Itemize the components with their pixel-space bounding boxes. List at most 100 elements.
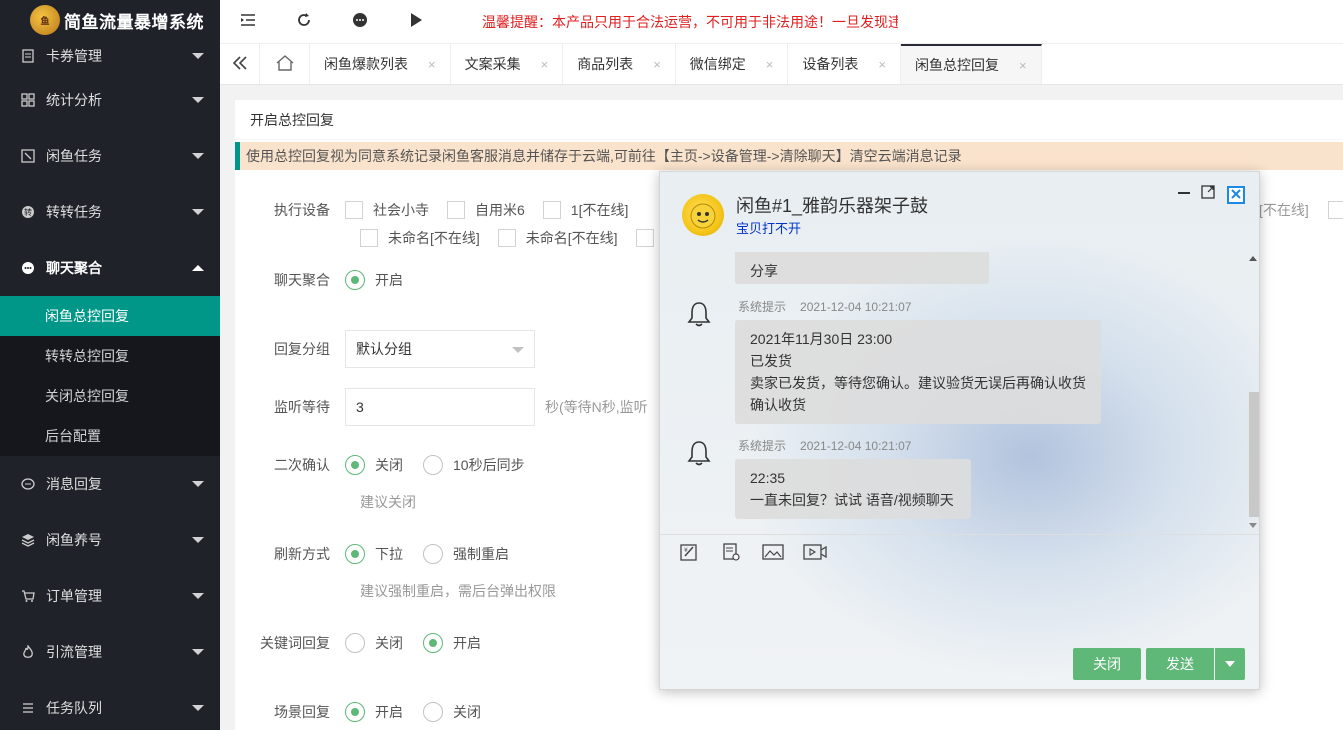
device-checkbox[interactable]: 未命名[不在线] xyxy=(497,228,618,248)
send-options-button[interactable] xyxy=(1215,648,1245,680)
close-button[interactable]: 关闭 xyxy=(1073,648,1141,680)
sidebar-item-stats[interactable]: 统计分析 xyxy=(0,72,220,128)
quick-reply-button[interactable]: ¥ xyxy=(678,542,700,564)
video-button[interactable] xyxy=(803,542,827,564)
scroll-up-icon[interactable] xyxy=(1249,256,1257,261)
sidebar-item-xianyu-tasks[interactable]: 闲鱼任务 xyxy=(0,128,220,184)
image-button[interactable] xyxy=(762,542,784,564)
radio-dot[interactable] xyxy=(423,702,443,722)
sidebar-item-traffic[interactable]: 引流管理 xyxy=(0,624,220,680)
tab-scroll-left-button[interactable] xyxy=(220,44,260,84)
close-icon[interactable]: × xyxy=(428,57,436,72)
checkbox[interactable] xyxy=(345,201,363,219)
message-line: 一直未回复？试试 语音/视频聊天 xyxy=(750,492,954,508)
sidebar-item-account-nurture[interactable]: 闲鱼养号 xyxy=(0,512,220,568)
keyword-on-radio[interactable]: 开启 xyxy=(423,633,481,653)
device-name: 自用米6 xyxy=(475,202,525,218)
message-bubble: 分享 xyxy=(735,252,989,284)
radio-label: 下拉 xyxy=(375,546,403,562)
checkbox[interactable] xyxy=(360,229,378,247)
play-button[interactable] xyxy=(388,0,444,44)
scroll-thumb[interactable] xyxy=(1249,392,1259,517)
message-list: 分享 系统提示 2021-12-04 10:21:07 2021年11月30日 2… xyxy=(660,252,1248,532)
scene-on-radio[interactable]: 开启 xyxy=(345,702,403,722)
refresh-pulldown-radio[interactable]: 下拉 xyxy=(345,544,403,564)
sidebar-item-coupons[interactable]: 卡券管理 xyxy=(0,40,220,72)
sidebar-item-zhuanzhuan-tasks[interactable]: 转 转转任务 xyxy=(0,184,220,240)
checkbox[interactable] xyxy=(542,201,561,219)
minimize-button[interactable] xyxy=(1175,184,1193,202)
tab-device-list[interactable]: 设备列表 × xyxy=(788,44,901,84)
radio-dot[interactable] xyxy=(345,270,365,290)
reply-group-label: 回复分组 xyxy=(274,341,330,357)
radio-dot[interactable] xyxy=(345,633,365,653)
chat-header[interactable]: 闲鱼#1_雅韵乐器架子鼓 宝贝打不开 xyxy=(660,172,1259,252)
sidebar-item-label: 订单管理 xyxy=(46,588,102,604)
listen-wait-row: 监听等待 3 秒(等待N秒,监听 xyxy=(235,388,648,426)
divider xyxy=(660,534,1259,535)
close-window-button[interactable] xyxy=(1227,186,1245,204)
confirm-10s-radio[interactable]: 10秒后同步 xyxy=(423,455,525,475)
device-checkbox[interactable]: 未命名[不在线] xyxy=(360,228,480,248)
radio-dot[interactable] xyxy=(423,455,443,475)
tab-wechat-bind[interactable]: 微信绑定 × xyxy=(676,44,789,84)
checkbox[interactable] xyxy=(497,229,516,247)
sidebar-item-message-reply[interactable]: 消息回复 xyxy=(0,456,220,512)
document-icon xyxy=(721,542,741,565)
chat-button[interactable] xyxy=(332,0,388,44)
checkbox[interactable] xyxy=(1328,201,1343,219)
chevron-down-icon xyxy=(192,593,204,599)
reply-group-select[interactable]: 默认分组 xyxy=(345,330,535,368)
radio-dot[interactable] xyxy=(345,544,365,564)
fire-icon xyxy=(20,644,36,660)
tab-product-list[interactable]: 商品列表 × xyxy=(563,44,676,84)
device-checkbox[interactable]: 社会小寺 xyxy=(345,200,429,220)
send-button[interactable]: 发送 xyxy=(1146,648,1214,680)
radio-dot[interactable] xyxy=(345,702,365,722)
close-icon[interactable]: × xyxy=(766,57,774,72)
message-scrollbar[interactable] xyxy=(1246,252,1259,532)
scroll-down-icon[interactable] xyxy=(1249,523,1257,528)
close-icon[interactable]: × xyxy=(541,57,549,72)
confirm-off-radio[interactable]: 关闭 xyxy=(345,455,403,475)
keyword-off-radio[interactable]: 关闭 xyxy=(345,633,403,653)
keyword-reply-label: 关键词回复 xyxy=(260,635,330,651)
message-bubble: 2021年11月30日 23:00 已发货 卖家已发货，等待您确认。建议验货无误… xyxy=(735,320,1101,424)
checkbox[interactable] xyxy=(635,229,654,247)
tab-home[interactable] xyxy=(260,44,310,84)
radio-dot[interactable] xyxy=(345,455,365,475)
refresh-force-restart-radio[interactable]: 强制重启 xyxy=(423,544,509,564)
close-icon[interactable]: × xyxy=(653,57,661,72)
radio-dot[interactable] xyxy=(423,633,443,653)
collapse-sidebar-button[interactable] xyxy=(220,0,276,44)
devices-label: 执行设备 xyxy=(274,202,330,218)
scene-off-radio[interactable]: 关闭 xyxy=(423,702,481,722)
radio-dot[interactable] xyxy=(423,544,443,564)
checkbox[interactable] xyxy=(447,201,465,219)
sidebar-item-task-queue[interactable]: 任务队列 xyxy=(0,680,220,730)
refresh-button[interactable] xyxy=(276,0,332,44)
device-checkbox[interactable]: 自用米6 xyxy=(447,200,525,220)
chat-toolbar: ¥ xyxy=(678,542,846,564)
submenu-item-close-control[interactable]: 关闭总控回复 xyxy=(0,376,220,416)
listen-wait-input[interactable]: 3 xyxy=(345,388,535,426)
chat-aggregation-on-radio[interactable]: 开启 xyxy=(345,270,403,290)
sidebar-item-chat-aggregation[interactable]: 聊天聚合 xyxy=(0,240,220,296)
chevron-down-icon xyxy=(192,481,204,487)
device-checkbox[interactable]: 1[不在线] xyxy=(542,200,628,220)
close-icon[interactable]: × xyxy=(878,57,886,72)
tab-xianyu-control[interactable]: 闲鱼总控回复 × xyxy=(900,44,1042,84)
chat-subtitle[interactable]: 宝贝打不开 xyxy=(736,218,801,237)
close-icon[interactable]: × xyxy=(1019,58,1027,73)
order-button[interactable] xyxy=(720,542,742,564)
submenu-item-xianyu-control[interactable]: 闲鱼总控回复 xyxy=(0,296,220,336)
tab-hot-items[interactable]: 闲鱼爆款列表 × xyxy=(310,44,451,84)
submenu-item-zhuanzhuan-control[interactable]: 转转总控回复 xyxy=(0,336,220,376)
logo[interactable]: 鱼 简鱼流量暴增系统 xyxy=(0,0,220,40)
tab-copy-collect[interactable]: 文案采集 × xyxy=(451,44,564,84)
submenu-item-backend-config[interactable]: 后台配置 xyxy=(0,416,220,456)
fish-icon xyxy=(20,148,36,164)
maximize-button[interactable] xyxy=(1199,184,1217,202)
sidebar-item-orders[interactable]: 订单管理 xyxy=(0,568,220,624)
devices-row: 执行设备 社会小寺 自用米6 1[不在线] xyxy=(235,200,646,220)
